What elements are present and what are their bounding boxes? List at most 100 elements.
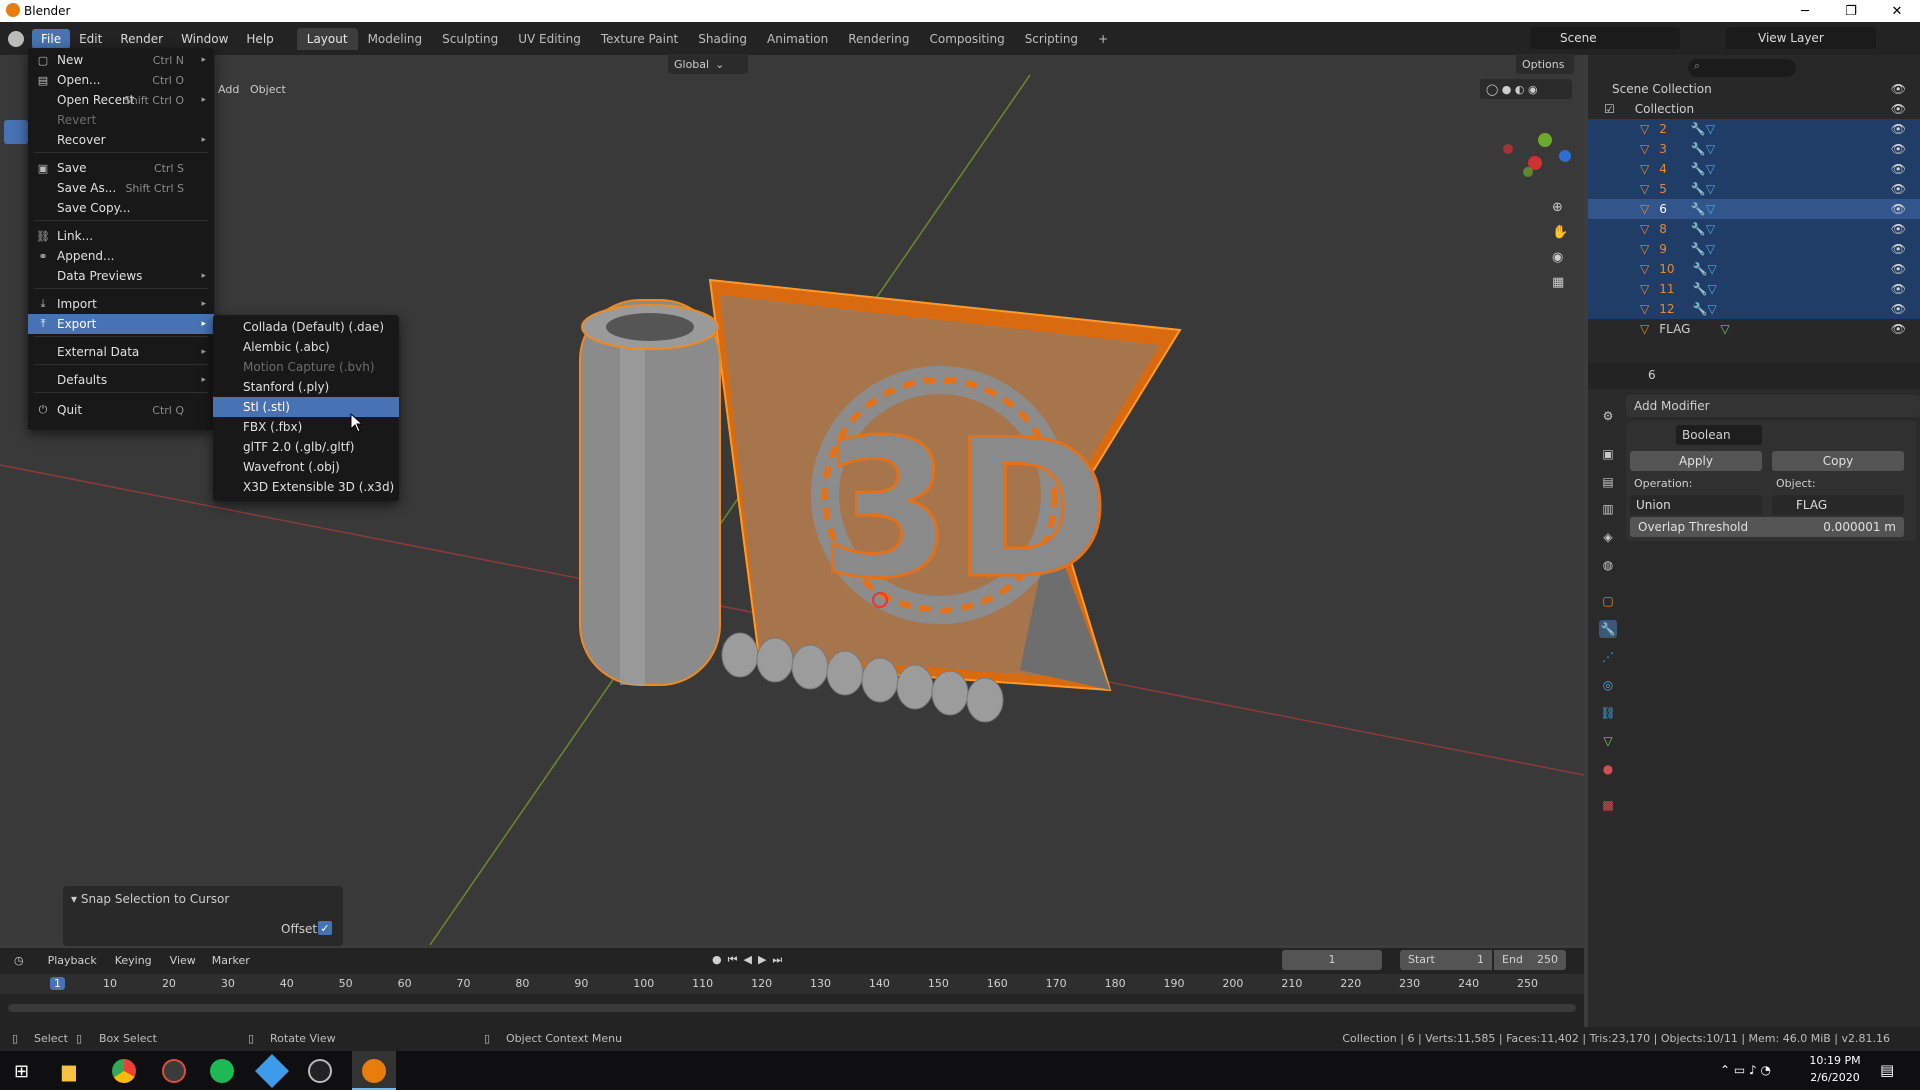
tab-rendering[interactable]: Rendering bbox=[838, 28, 919, 50]
menu-item-new[interactable]: ▢ New Ctrl N ▸ bbox=[28, 50, 214, 70]
tab-shading[interactable]: Shading bbox=[688, 28, 757, 50]
object-tab-icon[interactable]: ▢ bbox=[1599, 592, 1617, 610]
outliner-object[interactable]: ▽ 11 🔧▽ 👁 bbox=[1588, 279, 1920, 299]
export-obj[interactable]: Wavefront (.obj) bbox=[213, 457, 399, 477]
eye-icon[interactable]: 👁 bbox=[1891, 302, 1906, 316]
blender-menu-icon[interactable] bbox=[8, 30, 24, 47]
modifier-tab-icon[interactable]: 🔧 bbox=[1599, 620, 1617, 638]
particles-tab-icon[interactable]: ⋰ bbox=[1599, 648, 1617, 666]
outliner-scene-collection[interactable]: Scene Collection 👁 bbox=[1588, 79, 1920, 99]
world-tab-icon[interactable]: ◍ bbox=[1599, 556, 1617, 574]
menu-item-save-as[interactable]: Save As... Shift Ctrl S bbox=[28, 178, 214, 198]
eye-icon[interactable]: 👁 bbox=[1891, 82, 1906, 96]
add-modifier-dropdown[interactable]: Add Modifier bbox=[1626, 395, 1920, 417]
material-tab-icon[interactable]: ● bbox=[1599, 760, 1617, 778]
outliner-search-input[interactable]: ⌕ bbox=[1688, 59, 1796, 77]
modifier-name-field[interactable]: Boolean bbox=[1676, 425, 1762, 445]
menu-render[interactable]: Render bbox=[111, 29, 172, 49]
export-stl[interactable]: Stl (.stl) bbox=[213, 397, 399, 417]
minimize-icon[interactable]: ─ bbox=[1782, 0, 1828, 22]
file-explorer-icon[interactable]: ▆ bbox=[62, 1061, 76, 1082]
playback-controls[interactable]: ●⏮◀▶⏭ bbox=[712, 953, 788, 967]
eye-icon[interactable]: 👁 bbox=[1891, 242, 1906, 256]
sourcetree-icon[interactable] bbox=[255, 1054, 289, 1088]
close-icon[interactable]: ✕ bbox=[1874, 0, 1920, 22]
outliner-object[interactable]: ▽ 8 🔧▽ 👁 bbox=[1588, 219, 1920, 239]
menu-help[interactable]: Help bbox=[237, 29, 282, 49]
select-tool-icon[interactable] bbox=[4, 120, 28, 144]
windows-start-icon[interactable]: ⊞ bbox=[14, 1061, 29, 1082]
copy-button[interactable]: Copy bbox=[1772, 451, 1904, 471]
blender-taskbar-button[interactable] bbox=[352, 1051, 396, 1090]
maximize-icon[interactable]: ❐ bbox=[1828, 0, 1874, 22]
chrome-icon[interactable] bbox=[112, 1059, 136, 1083]
tab-compositing[interactable]: Compositing bbox=[919, 28, 1014, 50]
zoom-icon[interactable]: ⊕ bbox=[1552, 200, 1572, 215]
menu-item-quit[interactable]: ⏻ Quit Ctrl Q bbox=[28, 400, 214, 420]
navigation-gizmo[interactable] bbox=[1503, 133, 1571, 177]
eye-icon[interactable]: 👁 bbox=[1891, 282, 1906, 296]
texture-tab-icon[interactable]: ▩ bbox=[1599, 796, 1617, 814]
export-alembic[interactable]: Alembic (.abc) bbox=[213, 337, 399, 357]
options-dropdown[interactable]: Options bbox=[1516, 54, 1574, 74]
shading-buttons[interactable]: ◯ ● ◐ ◉ bbox=[1480, 79, 1572, 99]
tab-texture-paint[interactable]: Texture Paint bbox=[591, 28, 688, 50]
physics-tab-icon[interactable]: ◎ bbox=[1599, 676, 1617, 694]
eye-icon[interactable]: 👁 bbox=[1891, 142, 1906, 156]
menu-item-external-data[interactable]: External Data ▸ bbox=[28, 342, 214, 362]
export-fbx[interactable]: FBX (.fbx) bbox=[213, 417, 399, 437]
apply-button[interactable]: Apply bbox=[1630, 451, 1762, 471]
eye-icon[interactable]: 👁 bbox=[1891, 182, 1906, 196]
eye-icon[interactable]: 👁 bbox=[1891, 202, 1906, 216]
scene-selector[interactable]: Scene bbox=[1530, 27, 1680, 49]
operation-dropdown[interactable]: Union bbox=[1630, 495, 1762, 515]
tab-layout[interactable]: Layout bbox=[296, 27, 358, 50]
outliner-collection[interactable]: ☑ Collection 👁 bbox=[1588, 99, 1920, 119]
viewport-object-menu[interactable]: Object bbox=[244, 79, 290, 99]
current-frame-field[interactable]: 1 bbox=[1282, 950, 1382, 970]
timeline-scrollbar[interactable] bbox=[8, 1004, 1576, 1012]
grid-icon[interactable]: ▦ bbox=[1552, 275, 1572, 290]
export-collada[interactable]: Collada (Default) (.dae) bbox=[213, 317, 399, 337]
tray-icons[interactable]: ⌃ ▭ ♪ ◔ bbox=[1720, 1063, 1771, 1077]
add-workspace-button[interactable]: + bbox=[1088, 28, 1118, 50]
viewport-add-menu[interactable]: Add bbox=[212, 79, 242, 99]
tab-scripting[interactable]: Scripting bbox=[1015, 28, 1088, 50]
spotify-icon[interactable] bbox=[210, 1059, 234, 1083]
obs-icon[interactable] bbox=[308, 1059, 332, 1083]
menu-item-open[interactable]: ▤ Open... Ctrl O bbox=[28, 70, 214, 90]
eye-icon[interactable]: 👁 bbox=[1891, 162, 1906, 176]
checkbox-icon[interactable]: ☑ bbox=[1604, 102, 1615, 116]
mesh-data-tab-icon[interactable]: ▽ bbox=[1599, 732, 1617, 750]
scene-tab-icon[interactable]: ◈ bbox=[1599, 528, 1617, 546]
eye-icon[interactable]: 👁 bbox=[1891, 262, 1906, 276]
constraints-tab-icon[interactable]: ⛓ bbox=[1599, 704, 1617, 722]
tab-modeling[interactable]: Modeling bbox=[358, 28, 433, 50]
export-gltf[interactable]: glTF 2.0 (.glb/.gltf) bbox=[213, 437, 399, 457]
export-ply[interactable]: Stanford (.ply) bbox=[213, 377, 399, 397]
eye-icon[interactable]: 👁 bbox=[1891, 322, 1906, 336]
view-layer-selector[interactable]: View Layer bbox=[1726, 27, 1876, 49]
overlap-threshold-field[interactable]: Overlap Threshold 0.000001 m bbox=[1630, 517, 1904, 537]
outliner-object[interactable]: ▽ 10 🔧▽ 👁 bbox=[1588, 259, 1920, 279]
editor-type-icon[interactable]: ◷ bbox=[14, 954, 24, 967]
playback-menu[interactable]: Playback bbox=[48, 954, 97, 967]
outliner-object[interactable]: ▽ 4 🔧▽ 👁 bbox=[1588, 159, 1920, 179]
menu-edit[interactable]: Edit bbox=[70, 29, 111, 49]
outliner-object-active[interactable]: ▽ 6 🔧▽ 👁 bbox=[1588, 199, 1920, 219]
davinci-icon[interactable] bbox=[162, 1059, 186, 1083]
output-tab-icon[interactable]: ▤ bbox=[1599, 473, 1617, 491]
tab-sculpting[interactable]: Sculpting bbox=[432, 28, 508, 50]
eye-icon[interactable]: 👁 bbox=[1891, 122, 1906, 136]
view-layer-tab-icon[interactable]: ▥ bbox=[1599, 500, 1617, 518]
outliner-object[interactable]: ▽ 2 🔧▽ 👁 bbox=[1588, 119, 1920, 139]
tool-tab-icon[interactable]: ⚙ bbox=[1599, 407, 1617, 425]
tab-animation[interactable]: Animation bbox=[757, 28, 838, 50]
marker-menu[interactable]: Marker bbox=[212, 954, 250, 967]
camera-icon[interactable]: ◉ bbox=[1552, 250, 1572, 265]
end-frame-field[interactable]: End 250 bbox=[1494, 950, 1566, 970]
panel-toggle[interactable]: ▾ Snap Selection to Cursor bbox=[71, 892, 229, 906]
timeline-ruler[interactable]: 1 10 20 30 40 50 60 70 80 90 100 110 120 130 140 150 160… bbox=[0, 974, 1584, 994]
export-x3d[interactable]: X3D Extensible 3D (.x3d) bbox=[213, 477, 399, 497]
pan-hand-icon[interactable]: ✋ bbox=[1552, 225, 1572, 240]
